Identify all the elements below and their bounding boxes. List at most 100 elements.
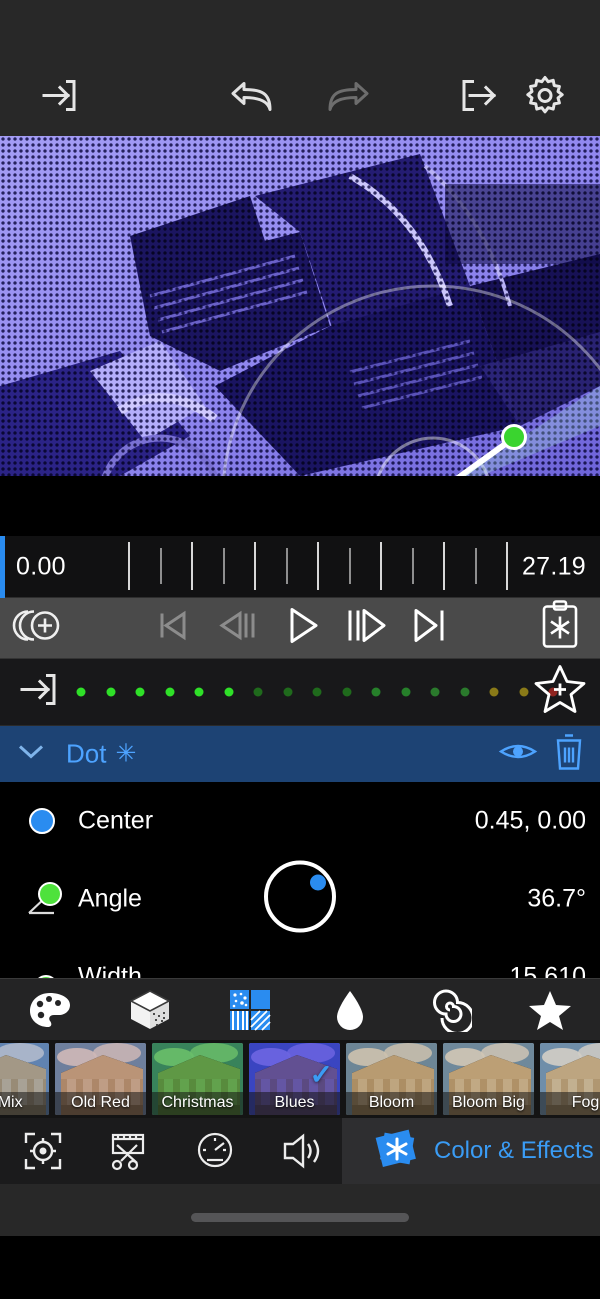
- gear-icon[interactable]: [522, 73, 568, 124]
- video-preview-stage[interactable]: [0, 136, 600, 536]
- color-effects-tab[interactable]: Color & Effects: [342, 1118, 600, 1184]
- add-layer-icon[interactable]: [12, 604, 64, 653]
- timeline-ruler[interactable]: 0.00 27.19: [0, 536, 600, 598]
- keyframe-dot[interactable]: [401, 687, 410, 697]
- preset-thumbnail[interactable]: Christmas: [152, 1043, 243, 1115]
- ruler-tick: [191, 542, 193, 590]
- jump-to-end-icon[interactable]: [408, 605, 450, 652]
- parameter-list[interactable]: Center 0.45, 0.00 Angle 36.7° Width 15.6…: [0, 782, 600, 978]
- step-back-icon[interactable]: [216, 606, 260, 651]
- effect-category-bar[interactable]: [0, 978, 600, 1040]
- parameter-row-width[interactable]: Width 15.610: [0, 938, 600, 978]
- ruler-tick: [159, 548, 162, 584]
- preset-label: Old Red: [55, 1092, 146, 1115]
- video-frame[interactable]: [0, 136, 600, 476]
- keyframe-dot[interactable]: [106, 687, 115, 697]
- angle-handle[interactable]: [501, 424, 527, 450]
- effect-header[interactable]: Dot ✳: [0, 726, 600, 782]
- preset-strip[interactable]: e Mix Old Red Christmas ✓Blues Bloom Bloom Bi…: [0, 1040, 600, 1118]
- parameter-value[interactable]: 15.610: [510, 963, 586, 979]
- delete-trash-icon[interactable]: [552, 731, 586, 778]
- keyframe-dot[interactable]: [371, 687, 381, 697]
- preset-label: Bloom: [346, 1092, 437, 1115]
- export-icon[interactable]: [456, 74, 500, 123]
- keyframe-dot[interactable]: [312, 687, 322, 697]
- step-forward-icon[interactable]: [342, 605, 390, 652]
- play-icon[interactable]: [284, 605, 322, 652]
- parameter-value[interactable]: 36.7°: [527, 885, 586, 914]
- parameter-value[interactable]: 0.45, 0.00: [475, 807, 586, 836]
- keyframe-dot[interactable]: [253, 687, 263, 697]
- ruler-tick: [411, 548, 414, 584]
- width-icon: [24, 957, 64, 978]
- jump-to-start-icon[interactable]: [152, 606, 192, 651]
- ruler-tick: [222, 548, 225, 584]
- angle-dial[interactable]: [260, 857, 340, 942]
- trim-tab[interactable]: [86, 1118, 172, 1184]
- keyframe-dot[interactable]: [194, 687, 204, 697]
- home-indicator[interactable]: [191, 1213, 409, 1222]
- bottom-tab-bar[interactable]: Color & Effects: [0, 1118, 600, 1184]
- ruler-tick: [254, 542, 256, 590]
- import-icon[interactable]: [36, 74, 80, 123]
- patterns-icon[interactable]: [215, 988, 285, 1032]
- cube-icon[interactable]: [115, 988, 185, 1032]
- spiral-icon[interactable]: [415, 988, 485, 1032]
- ruler-tick: [285, 548, 288, 584]
- effect-title: Dot: [66, 738, 107, 769]
- top-toolbar: [0, 60, 600, 136]
- keyframe-dot[interactable]: [430, 687, 440, 697]
- preset-label: Bloom Big: [443, 1092, 534, 1115]
- color-effects-label: Color & Effects: [434, 1137, 594, 1164]
- speed-tab[interactable]: [172, 1118, 258, 1184]
- keyframe-dot[interactable]: [165, 687, 174, 697]
- keyframe-dot[interactable]: [76, 687, 86, 697]
- keyframe-dot[interactable]: [519, 687, 528, 697]
- center-dot-icon: [24, 801, 64, 841]
- preset-thumbnail[interactable]: Bloom Big: [443, 1043, 534, 1115]
- effect-name: Dot ✳: [66, 739, 136, 770]
- parameter-label: Angle: [78, 884, 142, 913]
- keyframe-dot[interactable]: [224, 687, 233, 697]
- ruler-tick: [380, 542, 382, 590]
- undo-icon[interactable]: [228, 74, 276, 123]
- parameter-label: Width: [78, 962, 142, 979]
- parameter-row-center[interactable]: Center 0.45, 0.00: [0, 782, 600, 860]
- import-keyframes-icon[interactable]: [14, 667, 60, 718]
- effect-keyframe-mark: ✳: [115, 739, 137, 768]
- keyframe-dot[interactable]: [342, 687, 351, 697]
- droplet-icon[interactable]: [315, 988, 385, 1032]
- transform-tab[interactable]: [0, 1118, 86, 1184]
- ruler-tick: [443, 542, 445, 590]
- redo-icon[interactable]: [324, 74, 372, 123]
- app-root: 0.00 27.19 Dot ✳ Center 0.45, 0.00 Angle…: [0, 0, 600, 1299]
- audio-tab[interactable]: [258, 1118, 344, 1184]
- timeline-start-time: 0.00: [16, 552, 66, 580]
- preset-thumbnail[interactable]: Fog: [540, 1043, 600, 1115]
- parameter-label: Center: [78, 806, 154, 835]
- effects-clipboard-icon[interactable]: [536, 599, 584, 658]
- ruler-tick: [128, 542, 130, 590]
- visibility-eye-icon[interactable]: [498, 738, 538, 771]
- ruler-tick: [474, 548, 477, 584]
- keyframe-dot[interactable]: [283, 687, 292, 697]
- preset-thumbnail[interactable]: Bloom: [346, 1043, 437, 1115]
- preset-thumbnail[interactable]: e Mix: [0, 1043, 49, 1115]
- keyframe-dot[interactable]: [135, 687, 145, 697]
- chevron-down-icon[interactable]: [16, 741, 46, 768]
- palette-icon[interactable]: [15, 990, 85, 1030]
- timeline-end-time: 27.19: [521, 552, 586, 580]
- home-indicator-bar: [0, 1184, 600, 1236]
- preset-label: Fog: [540, 1092, 600, 1115]
- star-icon[interactable]: [515, 988, 585, 1032]
- ruler-tick: [348, 548, 351, 584]
- parameter-row-angle[interactable]: Angle 36.7°: [0, 860, 600, 938]
- preset-thumbnail[interactable]: ✓ Blues: [249, 1043, 340, 1115]
- preset-thumbnail[interactable]: Old Red: [55, 1043, 146, 1115]
- add-keyframe-star-icon[interactable]: [532, 662, 588, 723]
- keyframe-bar[interactable]: [0, 658, 600, 726]
- preset-label: Blues: [249, 1092, 340, 1115]
- playhead[interactable]: [0, 536, 5, 598]
- keyframe-dot[interactable]: [489, 687, 499, 697]
- keyframe-dot[interactable]: [460, 687, 469, 697]
